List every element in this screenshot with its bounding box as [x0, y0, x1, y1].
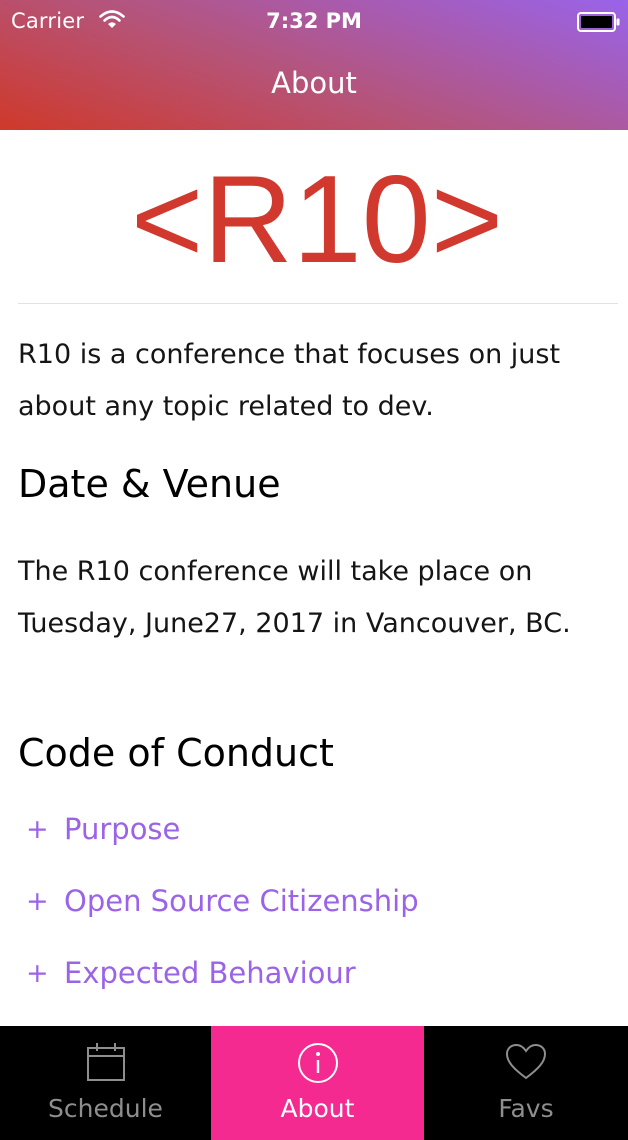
divider	[18, 303, 618, 304]
conduct-item-label: Open Source Citizenship	[64, 884, 419, 918]
tab-bar: Schedule About Favs	[0, 1026, 628, 1140]
conduct-item-label: Purpose	[64, 812, 181, 846]
app-header: Carrier 7:32 PM About	[0, 0, 628, 130]
info-icon	[297, 1043, 338, 1083]
date-venue-heading: Date & Venue	[18, 462, 281, 506]
conduct-item-purpose[interactable]: + Purpose	[26, 807, 180, 851]
date-venue-text: The R10 conference will take place on Tu…	[18, 556, 571, 639]
logo-text: <R10>	[131, 165, 503, 277]
intro-text: R10 is a conference that focuses on just…	[18, 339, 561, 422]
tab-label: Schedule	[48, 1094, 163, 1123]
expand-plus-icon: +	[26, 885, 49, 917]
code-of-conduct-heading: Code of Conduct	[18, 731, 334, 775]
conduct-item-open-source-citizenship[interactable]: + Open Source Citizenship	[26, 879, 419, 923]
calendar-icon	[86, 1043, 125, 1081]
conduct-item-label: Expected Behaviour	[64, 956, 356, 990]
tab-favs[interactable]: Favs	[424, 1026, 628, 1140]
tab-label: Favs	[498, 1094, 554, 1123]
status-bar: Carrier 7:32 PM	[0, 0, 628, 44]
tab-about[interactable]: About	[211, 1026, 424, 1140]
tab-label: About	[280, 1094, 355, 1123]
about-content[interactable]: <R10> R10 is a conference that focuses o…	[0, 130, 628, 1026]
expand-plus-icon: +	[26, 957, 49, 989]
status-time: 7:32 PM	[266, 9, 362, 33]
r10-logo: <R10>	[131, 165, 503, 277]
heart-icon	[505, 1043, 547, 1080]
conduct-item-expected-behaviour[interactable]: + Expected Behaviour	[26, 951, 356, 995]
tab-schedule[interactable]: Schedule	[0, 1026, 211, 1140]
battery-icon	[577, 12, 620, 32]
expand-plus-icon: +	[26, 813, 49, 845]
page-title: About	[271, 66, 357, 100]
